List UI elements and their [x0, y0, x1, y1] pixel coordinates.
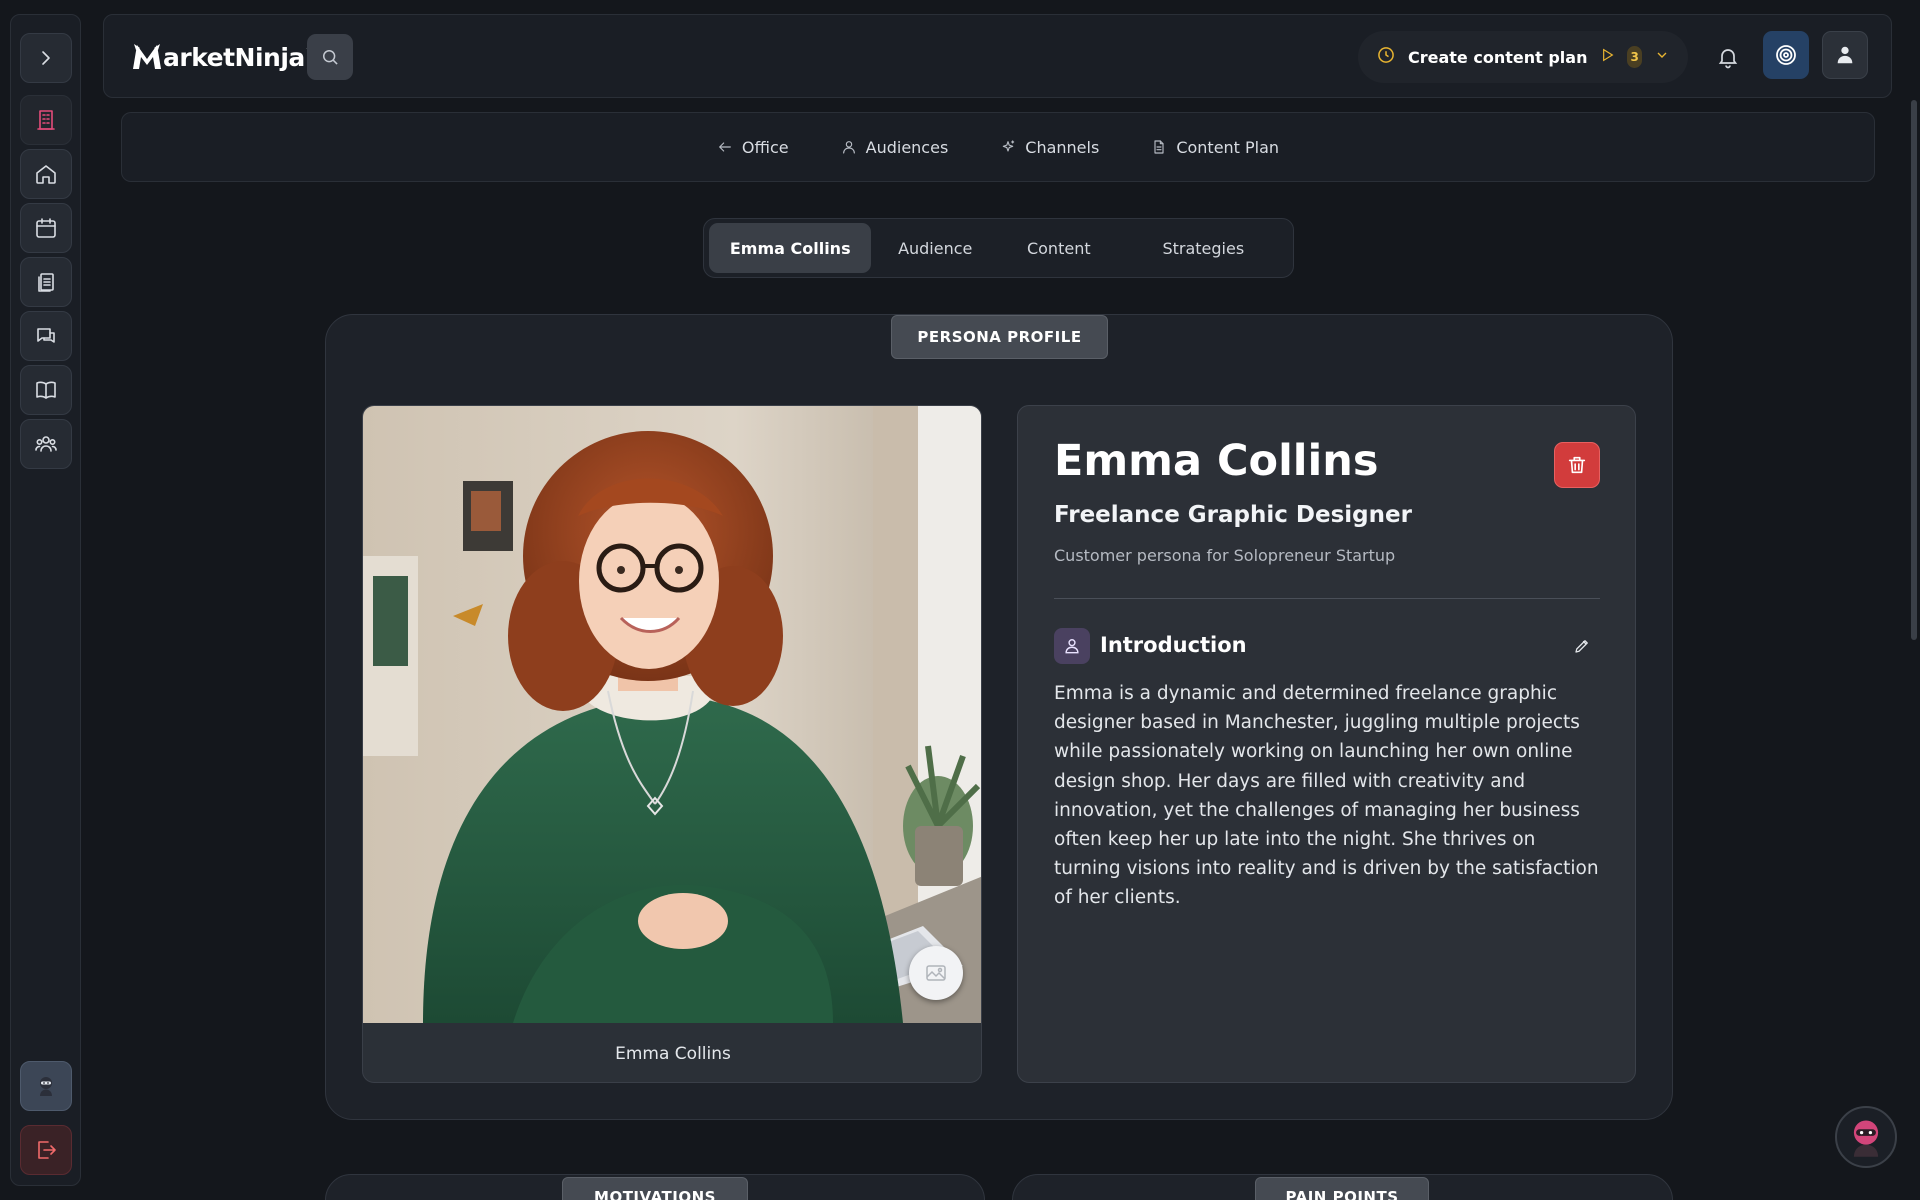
sidebar-item-home[interactable]	[20, 149, 72, 199]
play-icon[interactable]	[1599, 47, 1615, 67]
nav-office-label: Office	[741, 137, 789, 157]
nav-audiences[interactable]: Audiences	[841, 137, 949, 157]
section-navbar: Office Audiences Channels Content Plan	[121, 112, 1875, 182]
nav-audiences-label: Audiences	[865, 137, 949, 157]
edit-introduction-button[interactable]	[1568, 632, 1596, 660]
logout-button[interactable]	[20, 1125, 72, 1175]
tab-emma-collins[interactable]: Emma Collins	[709, 223, 872, 273]
clipboard-icon	[38, 273, 54, 292]
change-image-button[interactable]	[909, 946, 963, 1000]
sparkle-icon	[1003, 140, 1015, 152]
ninja-assistant-icon	[1853, 1120, 1879, 1157]
nav-channels-label: Channels	[1025, 137, 1100, 157]
calendar-icon	[36, 218, 56, 238]
home-icon	[36, 165, 56, 184]
persona-profile-badge: PERSONA PROFILE	[891, 315, 1108, 359]
page-scrollbar[interactable]	[1911, 100, 1917, 640]
sidebar-item-calendar[interactable]	[20, 203, 72, 253]
target-icon	[1776, 45, 1796, 65]
sidebar-item-clipboard[interactable]	[20, 257, 72, 307]
team-icon	[35, 436, 57, 452]
tab-content[interactable]: Content	[999, 223, 1119, 273]
photo-caption: Emma Collins	[615, 1043, 731, 1064]
delete-persona-button[interactable]	[1554, 442, 1600, 488]
sidebar-item-library[interactable]	[20, 365, 72, 415]
marketninja-logo[interactable]: arketNinja TM	[131, 39, 319, 75]
search-button[interactable]	[307, 34, 353, 80]
nav-content-plan-label: Content Plan	[1176, 137, 1280, 157]
chevron-down-icon[interactable]	[1654, 47, 1670, 67]
persona-photo	[363, 406, 981, 1023]
introduction-heading: Introduction	[1100, 633, 1247, 657]
persona-subtitle: Customer persona for Solopreneur Startup	[1054, 546, 1396, 565]
user-icon	[1837, 46, 1853, 64]
logout-icon	[38, 1141, 56, 1159]
brand-name: arketNinja	[163, 42, 305, 72]
assistant-chat-button[interactable]	[1835, 1106, 1897, 1168]
search-icon	[323, 50, 338, 65]
motivations-badge: MOTIVATIONS	[562, 1177, 748, 1200]
building-icon	[37, 110, 55, 130]
persona-photo-card: Emma Collins	[362, 405, 982, 1083]
bell-icon	[1718, 49, 1738, 69]
persona-info-card: Emma Collins Freelance Graphic Designer …	[1017, 405, 1636, 1083]
expand-sidebar-button[interactable]	[20, 33, 72, 83]
chevron-right-icon	[42, 51, 50, 65]
image-icon	[926, 965, 946, 981]
ninja-avatar[interactable]	[20, 1061, 72, 1111]
document-icon	[1154, 140, 1164, 154]
plan-count-badge: 3	[1627, 46, 1642, 68]
target-button[interactable]	[1763, 31, 1809, 79]
sidebar-item-team[interactable]	[20, 419, 72, 469]
motivations-panel: MOTIVATIONS	[325, 1174, 985, 1200]
pain-points-badge: PAIN POINTS	[1255, 1177, 1429, 1200]
pencil-icon	[1575, 640, 1588, 653]
introduction-user-icon	[1054, 628, 1090, 664]
pain-points-panel: PAIN POINTS	[1012, 1174, 1673, 1200]
create-content-plan-pill[interactable]: Create content plan 3	[1358, 31, 1688, 83]
persona-profile-panel: PERSONA PROFILE Emma Collins Emma Collin…	[325, 314, 1673, 1120]
user-icon	[842, 141, 855, 154]
trash-icon	[1568, 456, 1586, 474]
sidebar-item-chat[interactable]	[20, 311, 72, 361]
tab-strategies[interactable]: Strategies	[1119, 223, 1288, 273]
ninja-icon	[40, 1077, 52, 1096]
logo-mark-icon	[133, 44, 161, 69]
nav-channels[interactable]: Channels	[1000, 138, 1099, 157]
arrow-left-icon	[719, 142, 731, 152]
chat-icon	[37, 328, 55, 343]
clock-icon	[1376, 45, 1396, 69]
persona-role: Freelance Graphic Designer	[1054, 502, 1412, 528]
nav-office[interactable]: Office	[717, 138, 789, 157]
tab-audience[interactable]: Audience	[871, 223, 999, 273]
nav-content-plan[interactable]: Content Plan	[1151, 138, 1279, 157]
persona-tabs: Emma Collins Audience Content Strategies	[703, 218, 1294, 278]
sidebar-item-office[interactable]	[20, 95, 72, 145]
user-profile-button[interactable]	[1822, 31, 1868, 79]
left-sidebar	[10, 14, 81, 1186]
persona-name: Emma Collins	[1054, 436, 1379, 486]
create-content-plan-label: Create content plan	[1408, 47, 1588, 67]
book-icon	[36, 381, 56, 399]
divider	[1054, 598, 1600, 599]
notifications-button[interactable]	[1706, 35, 1750, 79]
top-header: arketNinja TM Create content plan 3	[103, 14, 1892, 98]
introduction-text: Emma is a dynamic and determined freelan…	[1054, 683, 1599, 909]
